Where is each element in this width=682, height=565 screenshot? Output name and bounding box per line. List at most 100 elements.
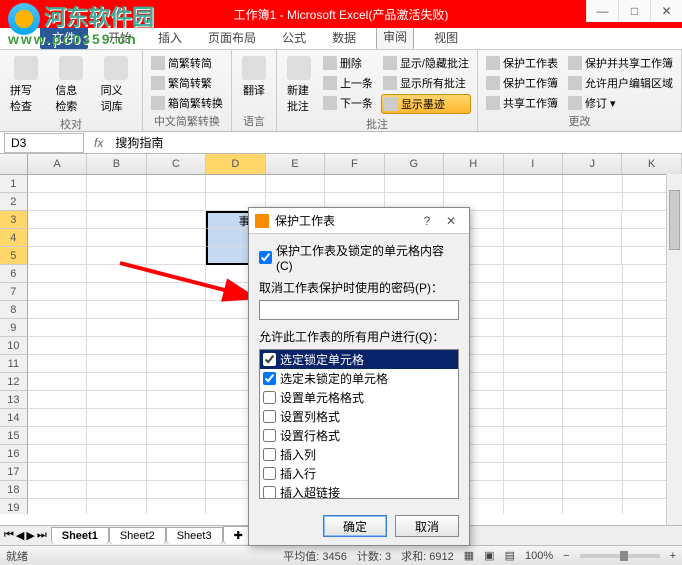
row-header[interactable]: 18 — [0, 481, 28, 499]
permission-option[interactable]: 插入超链接 — [260, 483, 458, 499]
cell[interactable] — [28, 445, 87, 463]
sheet-tab[interactable]: Sheet1 — [51, 527, 109, 544]
cell[interactable] — [444, 175, 503, 193]
permission-option[interactable]: 选定锁定单元格 — [260, 350, 458, 369]
view-break-icon[interactable]: ▤ — [505, 549, 515, 562]
research-button[interactable]: 信息检索 — [51, 54, 90, 116]
row-header[interactable]: 5 — [0, 247, 28, 265]
cell[interactable] — [206, 175, 265, 193]
cell[interactable] — [87, 175, 146, 193]
tab-formulas[interactable]: 公式 — [276, 26, 312, 49]
cell[interactable] — [563, 463, 622, 481]
cell[interactable] — [504, 463, 563, 481]
zoom-out-button[interactable]: − — [563, 550, 569, 562]
cell[interactable] — [563, 373, 622, 391]
cell[interactable] — [28, 301, 87, 319]
cell[interactable] — [563, 175, 622, 193]
cell[interactable] — [563, 409, 622, 427]
minimize-button[interactable]: — — [586, 0, 618, 22]
col-header[interactable]: C — [147, 154, 206, 174]
cell[interactable] — [28, 463, 87, 481]
row-header[interactable]: 7 — [0, 283, 28, 301]
cell[interactable] — [87, 373, 146, 391]
cell[interactable] — [504, 319, 563, 337]
cell[interactable] — [87, 409, 146, 427]
cell[interactable] — [147, 229, 206, 247]
cell[interactable] — [147, 463, 206, 481]
tab-layout[interactable]: 页面布局 — [202, 26, 262, 49]
row-header[interactable]: 12 — [0, 373, 28, 391]
cell[interactable] — [504, 265, 563, 283]
cell[interactable] — [87, 283, 146, 301]
row-header[interactable]: 15 — [0, 427, 28, 445]
permission-checkbox[interactable] — [263, 467, 276, 480]
permission-checkbox[interactable] — [263, 429, 276, 442]
thesaurus-button[interactable]: 同义词库 — [97, 54, 136, 116]
cell[interactable] — [563, 355, 622, 373]
row-header[interactable]: 1 — [0, 175, 28, 193]
row-header[interactable]: 17 — [0, 463, 28, 481]
cell[interactable] — [87, 481, 146, 499]
cell[interactable] — [28, 427, 87, 445]
cell[interactable] — [504, 193, 563, 211]
row-header[interactable]: 2 — [0, 193, 28, 211]
sheet-nav-next[interactable]: ▶ — [26, 529, 34, 542]
cell[interactable] — [147, 283, 206, 301]
row-header[interactable]: 10 — [0, 337, 28, 355]
trad-to-simp-button[interactable]: 简繁转简 — [149, 54, 225, 72]
cell[interactable] — [87, 499, 146, 514]
permission-checkbox[interactable] — [263, 410, 276, 423]
cell[interactable] — [147, 409, 206, 427]
delete-comment-button[interactable]: 删除 — [321, 54, 375, 72]
close-button[interactable]: ✕ — [650, 0, 682, 22]
tab-view[interactable]: 视图 — [428, 26, 464, 49]
cell[interactable] — [563, 481, 622, 499]
fx-icon[interactable]: fx — [88, 136, 109, 150]
permission-checkbox[interactable] — [263, 486, 276, 499]
permission-option[interactable]: 插入行 — [260, 464, 458, 483]
cell[interactable] — [87, 391, 146, 409]
dialog-titlebar[interactable]: 保护工作表 ? ✕ — [249, 208, 469, 234]
cell[interactable] — [28, 229, 87, 247]
protect-workbook-button[interactable]: 保护工作簿 — [484, 74, 560, 92]
cell[interactable] — [147, 445, 206, 463]
cell[interactable] — [28, 175, 87, 193]
cell[interactable] — [87, 445, 146, 463]
cell[interactable] — [147, 355, 206, 373]
cell[interactable] — [147, 499, 206, 514]
cell[interactable] — [28, 337, 87, 355]
row-header[interactable]: 11 — [0, 355, 28, 373]
dialog-help-button[interactable]: ? — [415, 214, 439, 228]
permission-checkbox[interactable] — [263, 391, 276, 404]
cell[interactable] — [563, 283, 622, 301]
cell[interactable] — [563, 445, 622, 463]
track-changes-button[interactable]: 修订 ▾ — [566, 94, 675, 112]
col-header[interactable]: I — [504, 154, 563, 174]
share-workbook-button[interactable]: 共享工作簿 — [484, 94, 560, 112]
zoom-slider[interactable] — [580, 554, 660, 558]
cell[interactable] — [87, 229, 146, 247]
cell[interactable] — [147, 373, 206, 391]
col-header[interactable]: F — [325, 154, 384, 174]
cell[interactable] — [325, 175, 384, 193]
cell[interactable] — [563, 247, 622, 265]
cell[interactable] — [147, 175, 206, 193]
cell[interactable] — [504, 283, 563, 301]
cell[interactable] — [28, 283, 87, 301]
sheet-nav-last[interactable]: ⏭ — [37, 529, 47, 542]
permission-checkbox[interactable] — [263, 372, 276, 385]
cell[interactable] — [563, 193, 622, 211]
name-box[interactable] — [4, 133, 84, 153]
permission-checkbox[interactable] — [263, 448, 276, 461]
col-header[interactable]: E — [266, 154, 325, 174]
tab-data[interactable]: 数据 — [326, 26, 362, 49]
col-header[interactable]: J — [563, 154, 622, 174]
permission-option[interactable]: 插入列 — [260, 445, 458, 464]
row-header[interactable]: 4 — [0, 229, 28, 247]
permission-option[interactable]: 设置列格式 — [260, 407, 458, 426]
chinese-convert-button[interactable]: 箱简繁转换 — [149, 94, 225, 112]
sheet-nav-first[interactable]: ⏮ — [4, 529, 14, 542]
cell[interactable] — [563, 319, 622, 337]
row-header[interactable]: 13 — [0, 391, 28, 409]
cell[interactable] — [504, 391, 563, 409]
